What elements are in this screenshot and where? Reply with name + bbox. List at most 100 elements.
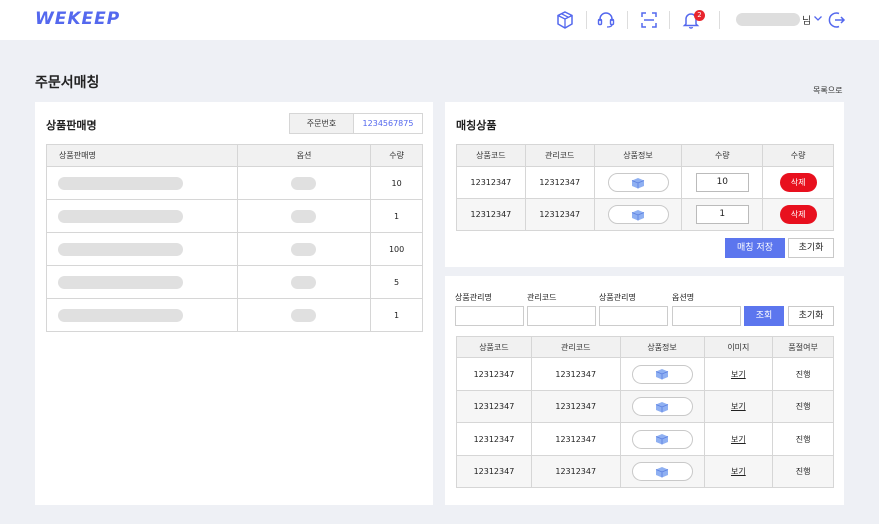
table-row[interactable]: 100 xyxy=(46,232,423,266)
cube-icon xyxy=(631,177,645,188)
reset-search-button[interactable]: 초기화 xyxy=(788,306,834,326)
logo[interactable]: WEKEEP xyxy=(35,9,120,29)
view-image-link[interactable]: 보기 xyxy=(731,435,746,444)
product-code-cell: 12312347 xyxy=(456,422,532,456)
product-name-cell xyxy=(46,166,238,200)
option-redacted xyxy=(291,209,317,223)
table-row[interactable]: 12312347 12312347 보기 진행 xyxy=(456,455,834,488)
matching-title: 매칭상품 xyxy=(456,119,497,132)
sales-item-table: 상품판매명 옵션 수량 10 1 100 5 1 xyxy=(46,144,423,332)
back-to-list-link[interactable]: 목록으로 xyxy=(813,85,842,96)
product-info-button[interactable] xyxy=(631,429,693,449)
product-name-redacted xyxy=(58,176,183,190)
product-name-redacted xyxy=(58,209,183,223)
column-header: 상품정보 xyxy=(593,144,683,167)
column-header: 상품정보 xyxy=(619,336,705,358)
table-row[interactable]: 1 xyxy=(46,298,423,332)
product-info-button[interactable] xyxy=(607,173,669,192)
column-header: 이미지 xyxy=(703,336,774,358)
matching-table: 상품코드 관리코드 상품정보 수량 수량 12312347 12312347 1… xyxy=(456,144,834,231)
product-code-cell: 12312347 xyxy=(456,357,532,391)
image-cell: 보기 xyxy=(703,357,774,391)
product-name-cell xyxy=(46,199,238,233)
product-info-cell xyxy=(619,422,705,456)
view-image-link[interactable]: 보기 xyxy=(731,370,746,379)
qty-input[interactable]: 10 xyxy=(695,173,749,192)
view-image-link[interactable]: 보기 xyxy=(731,467,746,476)
option-name-input[interactable] xyxy=(672,306,741,326)
header-divider xyxy=(586,11,587,29)
column-header: 상품판매명 xyxy=(46,144,238,167)
box-icon[interactable] xyxy=(555,10,575,30)
table-row[interactable]: 12312347 12312347 보기 진행 xyxy=(456,357,834,391)
field-label: 관리코드 xyxy=(527,293,557,302)
table-row: 12312347 12312347 1 삭제 xyxy=(456,198,834,231)
manage-code-input[interactable] xyxy=(527,306,596,326)
product-manage-name-input[interactable] xyxy=(455,306,524,326)
product-name-redacted xyxy=(58,275,183,289)
cube-icon xyxy=(655,466,669,477)
table-row[interactable]: 1 xyxy=(46,199,423,233)
status-cell: 진행 xyxy=(772,455,834,488)
header-divider xyxy=(719,11,720,29)
column-header: 상품코드 xyxy=(456,336,532,358)
chevron-down-icon[interactable] xyxy=(813,13,823,23)
product-code-cell: 12312347 xyxy=(456,390,532,423)
order-number-value: 1234567875 xyxy=(362,119,414,128)
image-cell: 보기 xyxy=(703,455,774,488)
status-cell: 진행 xyxy=(772,422,834,456)
manage-code-cell: 12312347 xyxy=(524,198,595,231)
qty-cell: 10 xyxy=(370,166,423,200)
cube-icon xyxy=(655,434,669,445)
delete-button[interactable]: 삭제 xyxy=(779,205,817,224)
option-redacted xyxy=(291,275,317,289)
logout-icon[interactable] xyxy=(827,10,847,30)
save-matching-button[interactable]: 매칭 저장 xyxy=(725,238,785,258)
product-name-redacted xyxy=(58,308,183,322)
headset-icon[interactable] xyxy=(596,10,616,30)
manage-code-cell: 12312347 xyxy=(530,455,621,488)
search-button[interactable]: 조회 xyxy=(744,306,784,326)
column-header: 수량 xyxy=(681,144,764,167)
search-result-table: 상품코드 관리코드 상품정보 이미지 품절여부 12312347 1231234… xyxy=(456,336,834,488)
product-info-button[interactable] xyxy=(631,397,693,416)
product-manage-name-input-2[interactable] xyxy=(599,306,668,326)
delete-cell: 삭제 xyxy=(762,198,834,231)
product-info-button[interactable] xyxy=(607,205,669,224)
product-info-button[interactable] xyxy=(631,462,693,481)
option-redacted xyxy=(291,242,317,256)
column-header: 품절여부 xyxy=(772,336,834,358)
field-label: 상품관리명 xyxy=(455,293,492,302)
qty-input[interactable]: 1 xyxy=(695,205,749,224)
reset-matching-button[interactable]: 초기화 xyxy=(788,238,834,258)
cube-icon xyxy=(631,209,645,220)
view-image-link[interactable]: 보기 xyxy=(731,402,746,411)
product-name-cell xyxy=(46,232,238,266)
scan-icon[interactable] xyxy=(639,10,659,30)
product-info-cell xyxy=(593,166,683,199)
order-number-box: 주문번호 1234567875 xyxy=(289,113,423,134)
qty-cell: 10 xyxy=(681,166,764,199)
product-info-cell xyxy=(593,198,683,231)
table-row[interactable]: 12312347 12312347 보기 진행 xyxy=(456,390,834,423)
table-row[interactable]: 5 xyxy=(46,265,423,299)
sales-item-title: 상품판매명 xyxy=(46,119,97,132)
field-label: 상품관리명 xyxy=(599,293,636,302)
column-header: 관리코드 xyxy=(530,336,621,358)
column-header: 수량 xyxy=(370,144,423,167)
qty-cell: 1 xyxy=(681,198,764,231)
delete-cell: 삭제 xyxy=(762,166,834,199)
status-cell: 진행 xyxy=(772,357,834,391)
option-cell xyxy=(236,298,372,332)
table-row[interactable]: 12312347 12312347 보기 진행 xyxy=(456,422,834,456)
manage-code-cell: 12312347 xyxy=(524,166,595,199)
user-name-redacted xyxy=(736,13,800,26)
image-cell: 보기 xyxy=(703,422,774,456)
image-cell: 보기 xyxy=(703,390,774,423)
table-row[interactable]: 10 xyxy=(46,166,423,200)
delete-button[interactable]: 삭제 xyxy=(779,173,817,192)
product-info-cell xyxy=(619,455,705,488)
cube-icon xyxy=(655,401,669,412)
product-info-button[interactable] xyxy=(631,364,693,384)
table-row: 12312347 12312347 10 삭제 xyxy=(456,166,834,199)
